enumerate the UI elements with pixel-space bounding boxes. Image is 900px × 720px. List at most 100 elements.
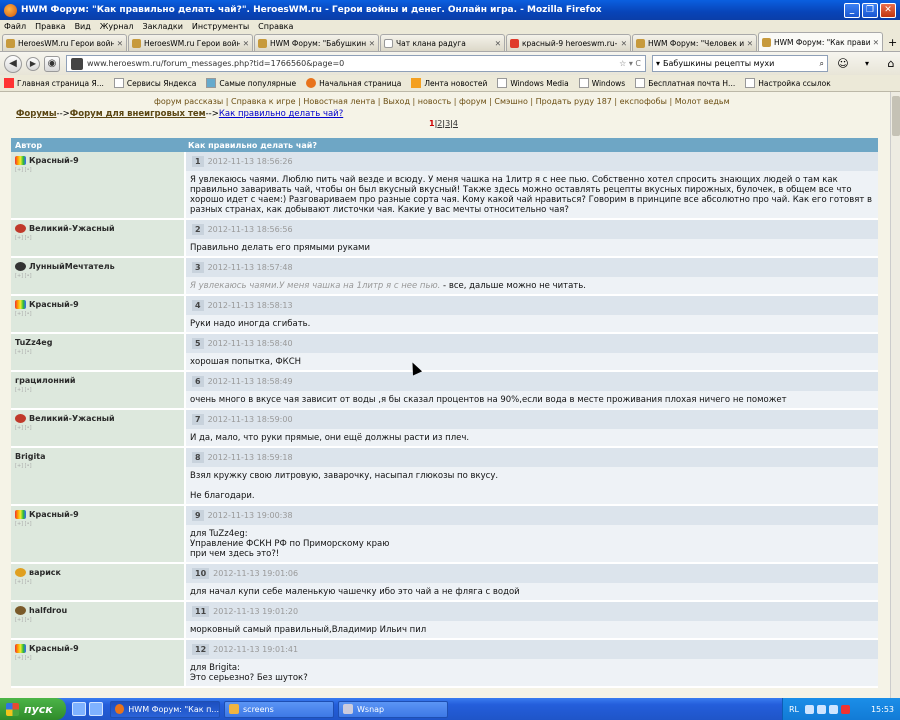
author-links[interactable]: [+] [•] [15, 235, 180, 241]
browser-tab[interactable]: HWM Форум: "Человек и... ✕ [632, 34, 757, 51]
browser-tab[interactable]: HeroesWM.ru Герои войн... ✕ [128, 34, 253, 51]
menu-help[interactable]: Справка [258, 22, 293, 31]
tab-close-icon[interactable]: ✕ [495, 39, 501, 48]
bookmark-item[interactable]: Настройка ссылок [745, 78, 831, 88]
bookmark-item[interactable]: Windows Media [497, 78, 569, 88]
taskbar-item[interactable]: screens [224, 700, 334, 718]
addon-icon[interactable]: ☺ [834, 55, 852, 73]
tab-close-icon[interactable]: ✕ [873, 38, 879, 47]
top-links[interactable]: форум рассказы | Справка к игре | Новост… [154, 97, 730, 106]
browser-tab[interactable]: HeroesWM.ru Герои войн... ✕ [2, 34, 127, 51]
taskbar-item[interactable]: HWM Форум: "Как п... [110, 700, 220, 718]
post-number[interactable]: 11 [192, 606, 210, 617]
bookmark-item[interactable]: Лента новостей [411, 78, 487, 88]
author-links[interactable]: [+] [•] [15, 655, 180, 661]
scrollbar-thumb[interactable] [892, 96, 900, 136]
bookmark-star-icon[interactable]: ☆ ▾ C [619, 59, 641, 68]
menu-view[interactable]: Вид [75, 22, 91, 31]
post-author[interactable]: Красный-9 [29, 156, 79, 165]
search-engine-icon[interactable]: ▾ [656, 59, 660, 68]
post-number[interactable]: 1 [192, 156, 204, 167]
start-button[interactable]: пуск [0, 698, 66, 720]
post-author[interactable]: Великий-Ужасный [29, 414, 115, 423]
quick-launch-icon[interactable] [72, 702, 86, 716]
page-link[interactable]: 2 [437, 119, 442, 128]
tab-close-icon[interactable]: ✕ [369, 39, 375, 48]
dropdown-icon[interactable]: ▾ [858, 55, 876, 73]
taskbar-item[interactable]: Wsnap [338, 700, 448, 718]
bookmark-item[interactable]: Самые популярные [206, 78, 296, 88]
author-links[interactable]: [+] [•] [15, 273, 180, 279]
post-number[interactable]: 4 [192, 300, 204, 311]
breadcrumb-section[interactable]: Форум для внеигровых тем [70, 109, 206, 119]
breadcrumb-forums[interactable]: Форумы [16, 109, 57, 119]
close-button[interactable]: ✕ [880, 2, 896, 18]
post-number[interactable]: 10 [192, 568, 210, 579]
home-icon[interactable]: ⌂ [882, 55, 900, 73]
language-indicator[interactable]: RL [789, 705, 799, 714]
post-number[interactable]: 2 [192, 224, 204, 235]
bookmark-item[interactable]: Windows [578, 78, 625, 88]
back-icon[interactable]: ◀ [4, 54, 22, 73]
bookmark-item[interactable]: Сервисы Яндекса [113, 78, 196, 88]
tray-icon[interactable] [805, 704, 815, 714]
author-links[interactable]: [+] [•] [15, 311, 180, 317]
forward-icon[interactable]: ▶ [26, 56, 40, 71]
post-author[interactable]: TuZz4eg [15, 338, 52, 347]
author-links[interactable]: [+] [•] [15, 463, 180, 469]
menu-file[interactable]: Файл [4, 22, 26, 31]
tray-icon[interactable] [817, 704, 827, 714]
bookmark-item[interactable]: Главная страница Я... [4, 78, 104, 88]
post-number[interactable]: 9 [192, 510, 204, 521]
search-icon[interactable]: ⌕ [820, 59, 824, 69]
post-author[interactable]: грацилонний [15, 376, 75, 385]
menu-history[interactable]: Журнал [100, 22, 134, 31]
menu-bookmarks[interactable]: Закладки [142, 22, 182, 31]
browser-tab[interactable]: Чат клана радуга ✕ [380, 34, 505, 51]
tab-close-icon[interactable]: ✕ [621, 39, 627, 48]
page-scrollbar[interactable] [890, 92, 900, 698]
browser-tab[interactable]: HWM Форум: "Бабушкин... ✕ [254, 34, 379, 51]
author-links[interactable]: [+] [•] [15, 387, 180, 393]
post-number[interactable]: 3 [192, 262, 204, 273]
minimize-button[interactable]: _ [844, 2, 860, 18]
author-links[interactable]: [+] [•] [15, 167, 180, 173]
page-link[interactable]: 4 [453, 119, 458, 128]
post-author[interactable]: Красный-9 [29, 300, 79, 309]
browser-tab[interactable]: красный-9 heroeswm.ru-... ✕ [506, 34, 631, 51]
tab-close-icon[interactable]: ✕ [117, 39, 123, 48]
maximize-button[interactable]: ❐ [862, 2, 878, 18]
breadcrumb-topic[interactable]: Как правильно делать чай? [219, 109, 343, 119]
post-number[interactable]: 8 [192, 452, 204, 463]
search-input[interactable]: ▾ Бабушкины рецепты мухи ⌕ [652, 55, 828, 72]
post-number[interactable]: 12 [192, 644, 210, 655]
address-bar[interactable]: www.heroeswm.ru/forum_messages.php?tid=1… [66, 55, 646, 72]
post-number[interactable]: 6 [192, 376, 204, 387]
tab-close-icon[interactable]: ✕ [747, 39, 753, 48]
home-page-icon[interactable]: ◉ [44, 55, 60, 72]
page-link[interactable]: 3 [445, 119, 450, 128]
new-tab-button[interactable]: + [888, 34, 897, 51]
tray-icon[interactable] [829, 704, 839, 714]
author-links[interactable]: [+] [•] [15, 579, 180, 585]
quick-launch-icon[interactable] [89, 702, 103, 716]
post-author[interactable]: Красный-9 [29, 644, 79, 653]
post-author[interactable]: Красный-9 [29, 510, 79, 519]
post-number[interactable]: 5 [192, 338, 204, 349]
author-links[interactable]: [+] [•] [15, 521, 180, 527]
post-author[interactable]: Великий-Ужасный [29, 224, 115, 233]
post-author[interactable]: halfdrou [29, 606, 67, 615]
browser-tab-active[interactable]: HWM Форум: "Как прави... ✕ [758, 32, 883, 51]
bookmark-item[interactable]: Бесплатная почта Н... [635, 78, 735, 88]
menu-edit[interactable]: Правка [35, 22, 65, 31]
tray-icon[interactable] [841, 704, 851, 714]
author-links[interactable]: [+] [•] [15, 425, 180, 431]
post-author[interactable]: ЛунныйМечтатель [29, 262, 115, 271]
post-number[interactable]: 7 [192, 414, 204, 425]
tab-close-icon[interactable]: ✕ [243, 39, 249, 48]
menu-tools[interactable]: Инструменты [192, 22, 249, 31]
post-author[interactable]: Brigita [15, 452, 45, 461]
post-author[interactable]: вариск [29, 568, 61, 577]
author-links[interactable]: [+] [•] [15, 349, 180, 355]
author-links[interactable]: [+] [•] [15, 617, 180, 623]
